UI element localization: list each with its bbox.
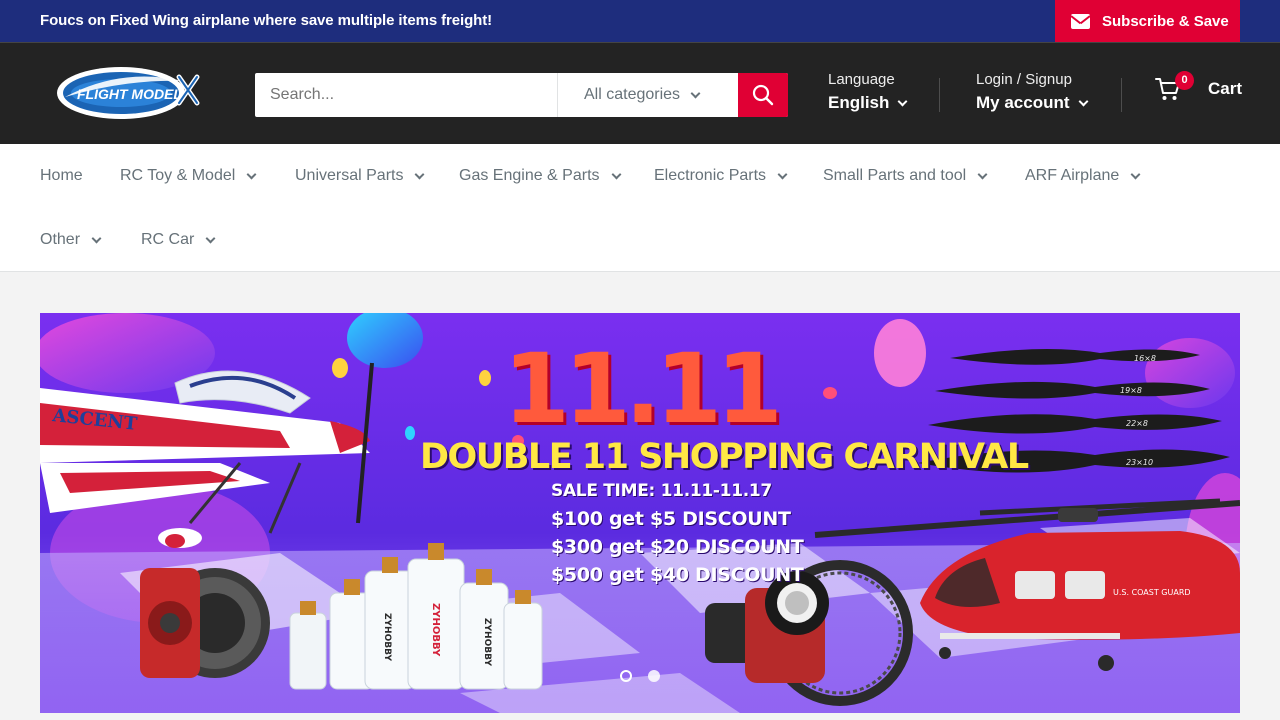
site-logo[interactable]: FLIGHT MODEL — [55, 63, 203, 121]
banner-sale-time: SALE TIME: 11.11-11.17 — [551, 481, 772, 501]
chevron-down-icon — [611, 169, 621, 179]
prop-size-label: 23×10 — [1126, 458, 1153, 467]
nav-item-electronic-parts[interactable]: Electronic Parts — [654, 167, 788, 185]
chevron-down-icon — [777, 169, 788, 179]
cart-label: Cart — [1208, 79, 1243, 98]
nav-item-label: ARF Airplane — [1025, 167, 1120, 184]
nav-item-label: Other — [40, 231, 81, 248]
bottle-brand-label: ZYHOBBY — [382, 613, 392, 661]
category-select[interactable]: All categories — [558, 73, 738, 117]
my-account-label: My account — [976, 93, 1070, 112]
language-selector[interactable]: Language English — [828, 71, 908, 113]
banner-big-number: 11.11 — [503, 333, 783, 445]
cart-button[interactable]: 0 Cart — [1155, 71, 1243, 101]
nav-item-other[interactable]: Other — [40, 231, 102, 249]
nav-item-home[interactable]: Home — [40, 167, 83, 185]
banner-headline: DOUBLE 11 SHOPPING CARNIVAL — [420, 437, 1029, 477]
nav-item-label: Electronic Parts — [654, 167, 767, 184]
login-signup-link[interactable]: Login / Signup — [976, 71, 1087, 88]
language-value: English — [828, 93, 890, 112]
announcement-text: Foucs on Fixed Wing airplane where save … — [40, 12, 492, 29]
slide-dot-1[interactable] — [620, 670, 632, 682]
chevron-down-icon — [415, 169, 425, 179]
slide-dot-2[interactable] — [648, 670, 660, 682]
nav-item-label: RC Toy & Model — [120, 167, 236, 184]
chevron-down-icon — [897, 96, 908, 106]
mail-icon — [1071, 13, 1090, 29]
nav-item-rc-car[interactable]: RC Car — [141, 231, 216, 249]
nav-item-label: RC Car — [141, 231, 195, 248]
logo-text: FLIGHT MODEL — [77, 86, 182, 102]
chevron-down-icon — [690, 88, 701, 98]
account-menu[interactable]: Login / Signup My account — [976, 71, 1088, 113]
announcement-bar: Foucs on Fixed Wing airplane where save … — [0, 0, 1280, 42]
chevron-down-icon — [91, 233, 102, 243]
chevron-down-icon — [1130, 169, 1141, 179]
nav-item-rc-toy-model[interactable]: RC Toy & Model — [120, 167, 257, 185]
banner-offer: $300 get $20 DISCOUNT — [551, 536, 804, 558]
nav-item-gas-engine-parts[interactable]: Gas Engine & Parts — [459, 167, 621, 185]
heli-label: U.S. COAST GUARD — [1113, 588, 1191, 597]
nav-item-label: Small Parts and tool — [823, 167, 967, 184]
nav-item-arf-airplane[interactable]: ARF Airplane — [1025, 167, 1141, 185]
header-divider — [1121, 78, 1122, 112]
search-button[interactable] — [738, 73, 788, 117]
slideshow-pagination — [620, 670, 660, 682]
bottle-brand-label: ZYHOBBY — [482, 618, 492, 666]
subscribe-button[interactable]: Subscribe & Save — [1055, 0, 1240, 42]
my-account-row[interactable]: My account — [976, 93, 1088, 113]
category-label: All categories — [584, 86, 681, 103]
main-navigation: Home RC Toy & Model Universal Parts Gas … — [0, 144, 1280, 272]
chevron-down-icon — [977, 169, 988, 179]
banner-offer: $100 get $5 DISCOUNT — [551, 508, 791, 530]
cart-count-badge: 0 — [1175, 71, 1194, 90]
banner-offer: $500 get $40 DISCOUNT — [551, 564, 804, 586]
nav-item-label: Home — [40, 167, 83, 184]
search-input[interactable] — [255, 73, 557, 117]
chevron-down-icon — [1078, 96, 1088, 106]
product-gas-engine — [140, 568, 270, 678]
search-bar: All categories — [255, 73, 788, 117]
header-divider — [939, 78, 940, 112]
bottle-brand-label: ZYHOBBY — [430, 603, 441, 657]
nav-item-label: Gas Engine & Parts — [459, 167, 600, 184]
nav-item-label: Universal Parts — [295, 167, 404, 184]
hero-banner-slide[interactable]: ASCENT ZYHOBBY ZYHOBBY ZYHOBBY 16×8 19×8… — [40, 313, 1240, 713]
language-value-row[interactable]: English — [828, 93, 908, 113]
nav-item-small-parts-tool[interactable]: Small Parts and tool — [823, 167, 988, 185]
logo-graphic: FLIGHT MODEL — [57, 67, 200, 119]
subscribe-label: Subscribe & Save — [1102, 12, 1229, 30]
chevron-down-icon — [246, 169, 257, 179]
nav-item-universal-parts[interactable]: Universal Parts — [295, 167, 425, 185]
chevron-down-icon — [205, 233, 216, 243]
site-header: FLIGHT MODEL All categories Language Eng… — [0, 42, 1280, 144]
language-caption: Language — [828, 71, 895, 88]
search-icon — [752, 84, 774, 106]
